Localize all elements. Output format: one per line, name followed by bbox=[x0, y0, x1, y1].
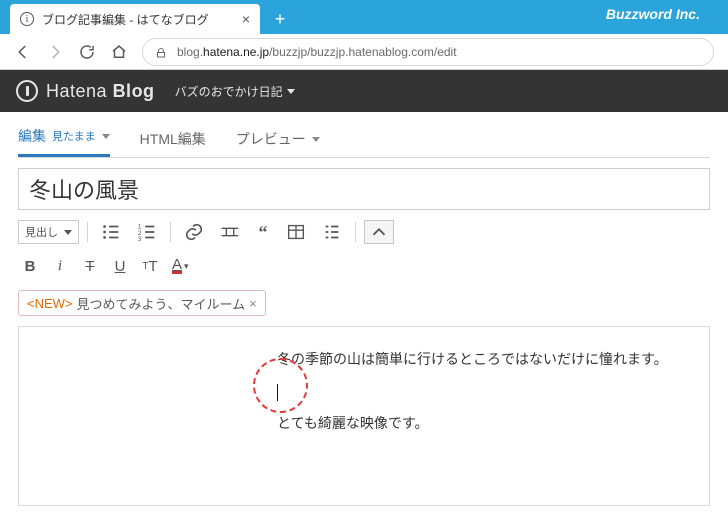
tab-html-label: HTML編集 bbox=[140, 129, 206, 149]
table-button[interactable] bbox=[281, 220, 311, 244]
toolbar-divider bbox=[170, 222, 171, 242]
post-title-input[interactable] bbox=[18, 168, 710, 210]
link-button[interactable] bbox=[179, 220, 209, 244]
tab-edit-label: 編集 bbox=[18, 126, 46, 146]
svg-text:3: 3 bbox=[138, 236, 142, 243]
url-host: hatena.ne.jp bbox=[203, 45, 269, 59]
collapse-toolbar-button[interactable] bbox=[364, 220, 394, 244]
toolbar-divider bbox=[355, 222, 356, 242]
nav-home-button[interactable] bbox=[110, 43, 128, 61]
hatena-header: Hatena Blog バズのおでかけ日記 bbox=[0, 70, 728, 112]
table-icon bbox=[285, 221, 307, 243]
editor-mode-tabs: 編集 見たまま HTML編集 プレビュー bbox=[18, 122, 710, 158]
lock-icon bbox=[155, 46, 167, 58]
url-path: /buzzjp/buzzjp.hatenablog.com/edit bbox=[269, 45, 456, 59]
quote-icon: “ bbox=[259, 222, 268, 243]
hatena-logo-text: Hatena Blog bbox=[46, 81, 155, 102]
list-ol-icon: 123 bbox=[136, 221, 158, 243]
arrow-left-icon bbox=[14, 43, 32, 61]
strike-icon: T bbox=[85, 258, 94, 275]
chevron-up-icon bbox=[368, 221, 390, 243]
tab-edit[interactable]: 編集 見たまま bbox=[18, 126, 110, 157]
bold-button[interactable]: B bbox=[18, 254, 42, 278]
toolbar-row-2: B i T U TT A▾ bbox=[18, 254, 710, 278]
topic-chip-text: 見つめてみよう、マイルーム bbox=[77, 294, 246, 313]
browser-titlebar: i ブログ記事編集 - はてなブログ × + Buzzword Inc. bbox=[0, 0, 728, 34]
editor-paragraph: とても綺麗な映像です。 bbox=[277, 407, 687, 439]
editor-caret-line bbox=[277, 375, 687, 407]
font-size-icon-large: T bbox=[148, 258, 157, 275]
link-icon bbox=[183, 221, 205, 243]
toolbar-divider bbox=[87, 222, 88, 242]
url-pre: blog. bbox=[177, 45, 203, 59]
blockquote-button[interactable]: “ bbox=[251, 220, 275, 244]
tab-edit-sublabel: 見たまま bbox=[52, 128, 96, 144]
toc-button[interactable] bbox=[317, 220, 347, 244]
heading-select[interactable]: 見出し bbox=[18, 220, 79, 244]
blog-selector[interactable]: バズのおでかけ日記 bbox=[175, 83, 295, 100]
italic-button[interactable]: i bbox=[48, 254, 72, 278]
browser-tabstrip: i ブログ記事編集 - はてなブログ × + bbox=[0, 0, 294, 34]
hatena-logo-icon bbox=[16, 80, 38, 102]
home-icon bbox=[110, 43, 128, 61]
readmore-icon bbox=[219, 221, 241, 243]
unordered-list-button[interactable] bbox=[96, 220, 126, 244]
arrow-right-icon bbox=[46, 43, 64, 61]
tab-preview[interactable]: プレビュー bbox=[236, 129, 320, 157]
heading-select-label: 見出し bbox=[25, 224, 58, 240]
tab-html-edit[interactable]: HTML編集 bbox=[140, 129, 206, 157]
nav-forward-button[interactable] bbox=[46, 43, 64, 61]
reload-icon bbox=[78, 43, 96, 61]
topic-chip-new-badge: <NEW> bbox=[27, 296, 73, 311]
chevron-down-icon: ▾ bbox=[184, 261, 189, 272]
nav-back-button[interactable] bbox=[14, 43, 32, 61]
topic-chip-remove-icon[interactable]: × bbox=[249, 296, 257, 311]
list-ul-icon bbox=[100, 221, 122, 243]
brand-label: Buzzword Inc. bbox=[606, 6, 700, 22]
browser-toolbar: blog.hatena.ne.jp/buzzjp/buzzjp.hatenabl… bbox=[0, 34, 728, 70]
editor-paragraph: 冬の季節の山は簡単に行けるところではないだけに憧れます。 bbox=[277, 343, 687, 375]
new-tab-button[interactable]: + bbox=[266, 5, 294, 33]
plus-icon: + bbox=[275, 9, 286, 30]
font-color-icon: A bbox=[172, 259, 182, 274]
toolbar-row-1: 見出し 123 “ bbox=[18, 220, 710, 244]
nav-reload-button[interactable] bbox=[78, 43, 96, 61]
hatena-logo[interactable]: Hatena Blog bbox=[16, 80, 155, 102]
blog-name: バズのおでかけ日記 bbox=[175, 83, 283, 100]
underline-icon: U bbox=[115, 258, 126, 275]
topic-chip[interactable]: <NEW> 見つめてみよう、マイルーム × bbox=[18, 290, 266, 316]
chevron-down-icon bbox=[287, 89, 295, 94]
ordered-list-button[interactable]: 123 bbox=[132, 220, 162, 244]
tab-close-icon[interactable]: × bbox=[242, 11, 250, 27]
italic-icon: i bbox=[58, 258, 62, 275]
chevron-down-icon bbox=[64, 230, 72, 235]
tab-info-icon: i bbox=[20, 12, 34, 26]
readmore-button[interactable] bbox=[215, 220, 245, 244]
post-body-editor[interactable]: 冬の季節の山は簡単に行けるところではないだけに憧れます。 とても綺麗な映像です。 bbox=[18, 326, 710, 506]
text-cursor bbox=[277, 384, 278, 401]
chevron-down-icon[interactable] bbox=[312, 137, 320, 142]
editor-page: 編集 見たまま HTML編集 プレビュー 見出し 123 “ B i T bbox=[0, 112, 728, 506]
chevron-down-icon[interactable] bbox=[102, 134, 110, 139]
font-color-button[interactable]: A▾ bbox=[168, 254, 193, 278]
tab-preview-label: プレビュー bbox=[236, 129, 306, 149]
tab-title: ブログ記事編集 - はてなブログ bbox=[42, 11, 234, 28]
toc-icon bbox=[321, 221, 343, 243]
bold-icon: B bbox=[25, 258, 36, 275]
font-size-button[interactable]: TT bbox=[138, 254, 162, 278]
address-bar[interactable]: blog.hatena.ne.jp/buzzjp/buzzjp.hatenabl… bbox=[142, 38, 714, 66]
underline-button[interactable]: U bbox=[108, 254, 132, 278]
address-url: blog.hatena.ne.jp/buzzjp/buzzjp.hatenabl… bbox=[177, 45, 457, 59]
strike-button[interactable]: T bbox=[78, 254, 102, 278]
browser-tab[interactable]: i ブログ記事編集 - はてなブログ × bbox=[10, 4, 260, 34]
